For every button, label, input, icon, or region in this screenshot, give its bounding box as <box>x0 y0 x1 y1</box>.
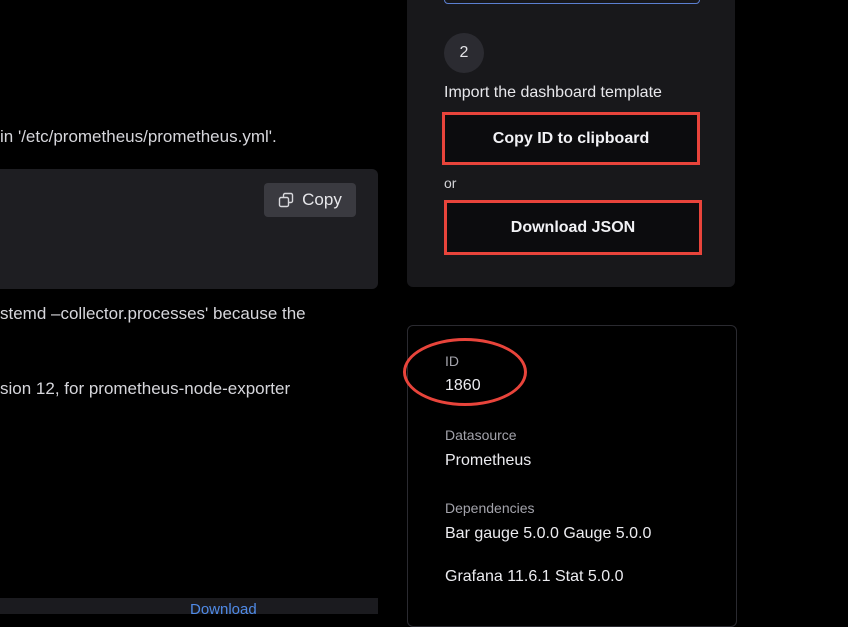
or-separator: or <box>444 175 457 191</box>
copy-icon <box>278 192 294 208</box>
step-title: Import the dashboard template <box>444 84 662 101</box>
step-number-badge: 2 <box>444 33 484 73</box>
input-field-edge[interactable] <box>444 0 700 4</box>
copy-code-label: Copy <box>302 190 342 209</box>
datasource-value: Prometheus <box>445 452 532 469</box>
instruction-text-line: stemd –collector.processes' because the <box>0 304 306 323</box>
download-link[interactable]: Download <box>190 601 257 618</box>
instruction-text-line: in '/etc/prometheus/prometheus.yml'. <box>0 127 277 146</box>
datasource-label: Datasource <box>445 427 517 443</box>
download-json-button[interactable]: Download JSON <box>444 200 702 255</box>
dependencies-line: Bar gauge 5.0.0 Gauge 5.0.0 <box>445 525 652 542</box>
dependencies-line: Grafana 11.6.1 Stat 5.0.0 <box>445 568 624 585</box>
instruction-text-line: sion 12, for prometheus-node-exporter <box>0 379 291 398</box>
dependencies-label: Dependencies <box>445 500 535 516</box>
bottom-bar <box>0 598 378 614</box>
id-value: 1860 <box>445 377 481 394</box>
copy-id-button[interactable]: Copy ID to clipboard <box>442 112 700 165</box>
id-label: ID <box>445 353 459 369</box>
copy-code-button[interactable]: Copy <box>264 183 356 217</box>
